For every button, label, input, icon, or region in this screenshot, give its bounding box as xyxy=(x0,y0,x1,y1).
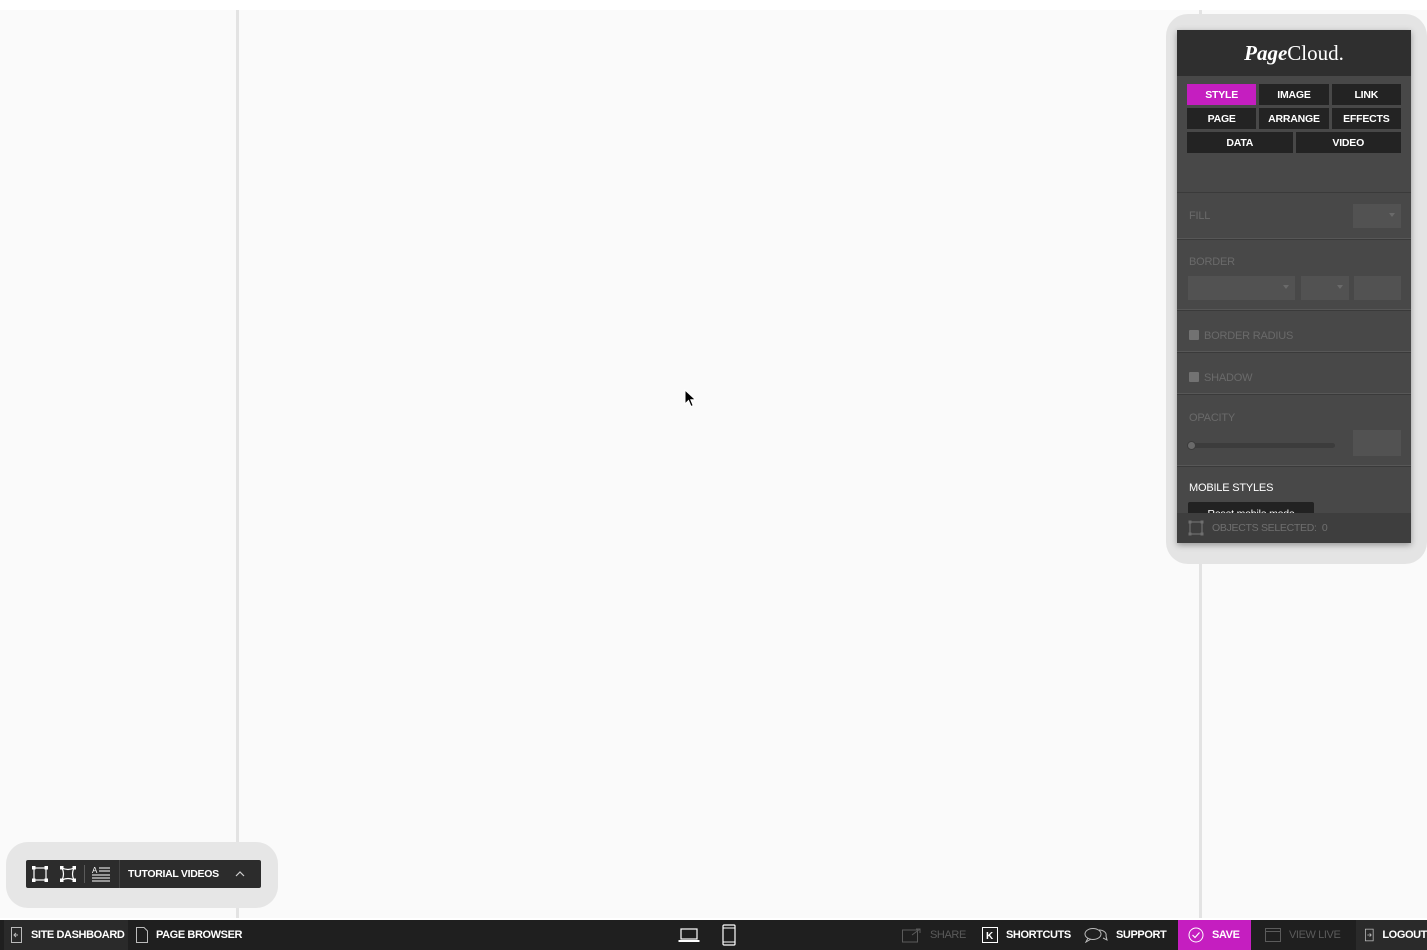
tab-video[interactable]: VIDEO xyxy=(1295,132,1401,153)
fill-color-dropdown[interactable] xyxy=(1353,204,1401,228)
border-radius-label: BORDER RADIUS xyxy=(1204,330,1294,342)
logout-label: LOGOUT xyxy=(1382,929,1427,941)
objects-selected-label: OBJECTS SELECTED: xyxy=(1212,522,1317,534)
border-radius-section: BORDER RADIUS xyxy=(1177,310,1411,352)
tab-effects[interactable]: EFFECTS xyxy=(1331,108,1401,129)
chevron-down-icon xyxy=(1337,285,1343,289)
share-icon xyxy=(902,928,921,943)
share-button[interactable]: SHARE xyxy=(902,920,966,950)
opacity-section: OPACITY xyxy=(1177,394,1411,466)
site-dashboard-label: SITE DASHBOARD xyxy=(31,929,125,941)
panel-tabs: STYLE IMAGE LINK PAGE ARRANGE EFFECTS DA… xyxy=(1177,76,1411,192)
view-live-button[interactable]: VIEW LIVE xyxy=(1265,920,1341,950)
chevron-up-icon xyxy=(235,871,245,877)
share-label: SHARE xyxy=(930,929,966,941)
logout-button[interactable]: LOGOUT xyxy=(1356,920,1427,950)
keyboard-key-icon: K xyxy=(982,927,998,943)
border-radius-checkbox[interactable] xyxy=(1189,330,1199,340)
support-button[interactable]: SUPPORT xyxy=(1084,920,1167,950)
mobile-view-button[interactable] xyxy=(722,920,744,950)
shortcuts-button[interactable]: K SHORTCUTS xyxy=(982,920,1071,950)
shortcuts-label: SHORTCUTS xyxy=(1006,929,1071,941)
opacity-value-field[interactable] xyxy=(1353,430,1401,456)
save-button[interactable]: SAVE xyxy=(1178,920,1251,950)
support-label: SUPPORT xyxy=(1116,929,1167,941)
tab-image[interactable]: IMAGE xyxy=(1259,84,1329,105)
fill-label: FILL xyxy=(1189,210,1211,222)
page-canvas[interactable] xyxy=(236,10,1202,918)
site-dashboard-button[interactable]: SITE DASHBOARD xyxy=(4,920,128,950)
floating-toolbar: A TUTORIAL VIDEOS xyxy=(26,860,261,888)
page-icon xyxy=(136,927,148,943)
fill-section: FILL xyxy=(1177,192,1411,239)
panel-header[interactable]: PageCloud. xyxy=(1177,30,1411,76)
check-circle-icon xyxy=(1188,927,1204,943)
desktop-view-button[interactable] xyxy=(678,920,708,950)
chevron-down-icon xyxy=(1389,213,1395,217)
free-select-icon[interactable] xyxy=(54,860,82,888)
tab-link[interactable]: LINK xyxy=(1331,84,1401,105)
border-section: BORDER xyxy=(1177,239,1411,310)
svg-text:K: K xyxy=(986,931,994,942)
mobile-styles-label: MOBILE STYLES xyxy=(1189,482,1274,494)
tutorial-videos-label: TUTORIAL VIDEOS xyxy=(128,868,219,880)
tab-page[interactable]: PAGE xyxy=(1187,108,1257,129)
tab-arrange[interactable]: ARRANGE xyxy=(1259,108,1329,129)
shadow-checkbox[interactable] xyxy=(1189,372,1199,382)
tab-data[interactable]: DATA xyxy=(1187,132,1293,153)
view-live-label: VIEW LIVE xyxy=(1289,929,1341,941)
opacity-slider-handle[interactable] xyxy=(1187,441,1196,450)
text-block-icon[interactable]: A xyxy=(87,860,115,888)
bottom-toolbar: SITE DASHBOARD PAGE BROWSER SHARE K SHOR… xyxy=(0,920,1427,950)
save-label: SAVE xyxy=(1212,929,1240,941)
border-label: BORDER xyxy=(1189,256,1235,268)
rectangle-select-icon[interactable] xyxy=(26,860,54,888)
opacity-slider-track[interactable] xyxy=(1189,443,1335,448)
laptop-icon xyxy=(678,928,700,942)
exit-dashboard-icon xyxy=(11,927,22,943)
opacity-label: OPACITY xyxy=(1189,412,1236,424)
border-style-dropdown[interactable] xyxy=(1188,276,1295,300)
page-browser-button[interactable]: PAGE BROWSER xyxy=(136,920,242,950)
toolbar-divider xyxy=(84,865,85,883)
page-browser-label: PAGE BROWSER xyxy=(156,929,243,941)
phone-icon xyxy=(722,924,736,946)
chat-bubbles-icon xyxy=(1084,928,1108,943)
tab-style[interactable]: STYLE xyxy=(1187,84,1257,105)
chevron-down-icon xyxy=(1283,285,1289,289)
shadow-toggle[interactable]: SHADOW xyxy=(1189,368,1253,386)
shadow-label: SHADOW xyxy=(1204,372,1253,384)
editor-window: PageCloud. STYLE IMAGE LINK PAGE ARRANGE… xyxy=(0,0,1427,950)
border-width-dropdown[interactable] xyxy=(1301,276,1349,300)
objects-selected-count: 0 xyxy=(1321,522,1328,534)
browser-window-icon xyxy=(1265,928,1281,942)
selection-box-icon xyxy=(1188,520,1204,536)
border-radius-toggle[interactable]: BORDER RADIUS xyxy=(1189,326,1293,344)
border-color-field[interactable] xyxy=(1354,276,1401,300)
logout-icon xyxy=(1365,928,1374,942)
tutorial-videos-button[interactable]: TUTORIAL VIDEOS xyxy=(119,860,245,888)
mouse-cursor-icon xyxy=(684,389,697,408)
shadow-section: SHADOW xyxy=(1177,352,1411,394)
svg-text:A: A xyxy=(92,866,98,875)
objects-selected-bar: OBJECTS SELECTED: 0 xyxy=(1177,513,1411,543)
style-panel: PageCloud. STYLE IMAGE LINK PAGE ARRANGE… xyxy=(1177,30,1411,543)
pagecloud-logo: PageCloud. xyxy=(1244,40,1344,65)
